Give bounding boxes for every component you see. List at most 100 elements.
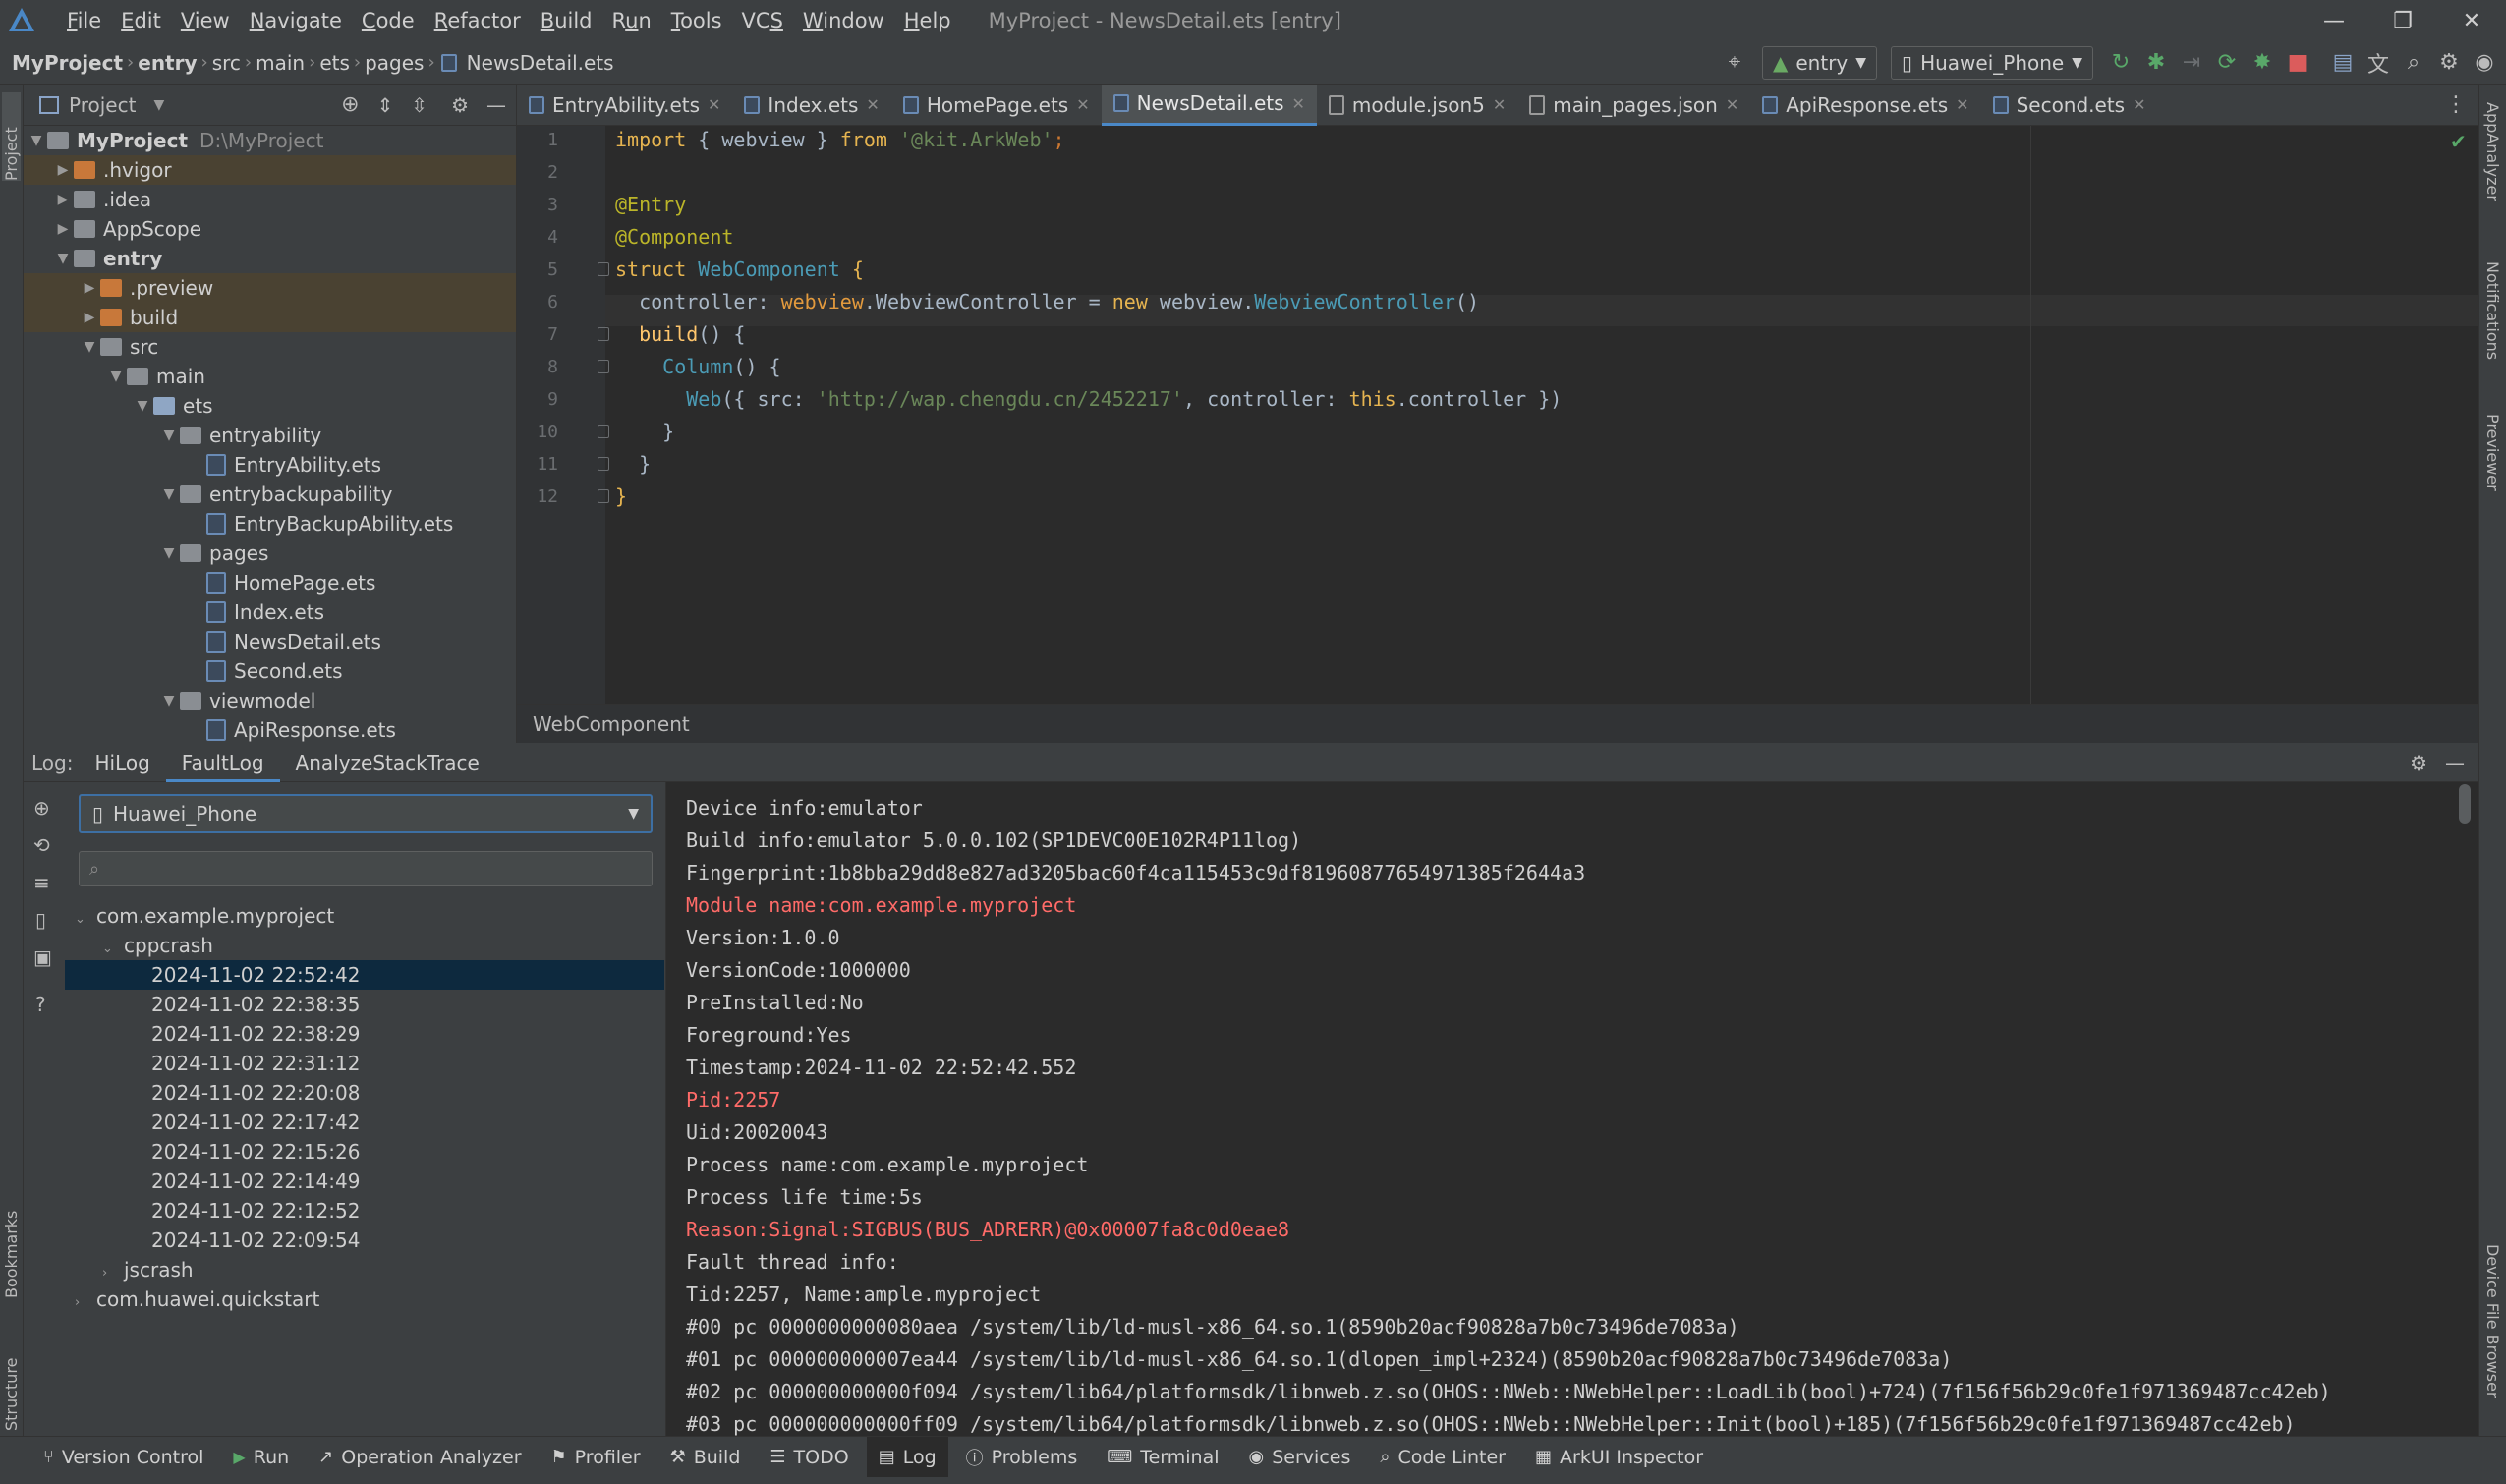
bottom-tool-button[interactable]: ⌨ Terminal <box>1095 1437 1230 1478</box>
close-tab-icon[interactable]: ✕ <box>2133 95 2145 114</box>
expanded-arrow-icon[interactable]: ▼ <box>132 398 153 414</box>
menu-item[interactable]: View <box>171 0 240 41</box>
log-scrollbar[interactable] <box>2459 784 2471 824</box>
close-tab-icon[interactable]: ✕ <box>708 95 720 114</box>
editor-tab[interactable]: NewsDetail.ets ✕ <box>1101 84 1317 126</box>
fault-log-tree-item[interactable]: 2024-11-02 22:38:29 <box>65 1019 664 1049</box>
project-tree-item[interactable]: NewsDetail.ets <box>24 627 516 656</box>
project-tree-item[interactable]: HomePage.ets <box>24 568 516 598</box>
gear-icon[interactable]: ⚙ <box>2410 751 2427 774</box>
collapse-all-icon[interactable]: ⇳ <box>411 93 427 117</box>
fault-log-tree-item[interactable]: › jscrash <box>65 1255 664 1284</box>
fault-log-tree-item[interactable]: 2024-11-02 22:12:52 <box>65 1196 664 1226</box>
device-icon[interactable]: ▯ <box>35 908 46 932</box>
translate-icon[interactable]: 文 <box>2361 45 2396 81</box>
editor-tab[interactable]: main_pages.json ✕ <box>1517 85 1750 126</box>
fault-log-tree-item[interactable]: 2024-11-02 22:38:35 <box>65 990 664 1019</box>
breadcrumb-item[interactable]: ets <box>315 51 354 75</box>
log-tab[interactable]: HiLog <box>79 743 165 782</box>
project-tree-item[interactable]: Second.ets <box>24 656 516 686</box>
chevron-down-icon[interactable]: ▼ <box>153 97 164 113</box>
project-tree-item[interactable]: ▼ entrybackupability <box>24 480 516 509</box>
log-search-input[interactable]: ⌕ <box>79 851 653 886</box>
menu-item[interactable]: Tools <box>661 0 732 41</box>
log-device-selector[interactable]: ▯ Huawei_Phone ▼ <box>79 794 653 833</box>
menu-item[interactable]: Build <box>531 0 602 41</box>
project-tree-item[interactable]: ▶ build <box>24 303 516 332</box>
help-icon[interactable]: ? <box>35 993 46 1016</box>
gear-icon[interactable]: ⚙ <box>451 93 469 117</box>
device-file-browser-tool-tab[interactable]: Device File Browser <box>2483 1244 2502 1431</box>
module-selector[interactable]: ▲ entry ▼ <box>1761 45 1878 80</box>
fault-log-tree-item[interactable]: ⌄ cppcrash <box>65 931 664 960</box>
fold-marker-icon[interactable] <box>598 360 609 373</box>
close-tab-icon[interactable]: ✕ <box>1956 95 1968 114</box>
project-tree-item[interactable]: Index.ets <box>24 598 516 627</box>
search-icon[interactable]: ⌕ <box>2396 45 2431 81</box>
close-tab-icon[interactable]: ✕ <box>1292 94 1305 113</box>
project-tree-item[interactable]: ▼ pages <box>24 539 516 568</box>
menu-item[interactable]: Navigate <box>240 0 352 41</box>
bottom-tool-button[interactable]: ⌕ Code Linter <box>1368 1437 1517 1478</box>
attach-debugger-icon[interactable]: ⇥ <box>2174 45 2209 81</box>
fault-log-tree-item[interactable]: 2024-11-02 22:20:08 <box>65 1078 664 1108</box>
collapsed-arrow-icon[interactable]: ▶ <box>52 221 74 237</box>
close-tab-icon[interactable]: ✕ <box>1076 95 1089 114</box>
restore-button[interactable]: ❐ <box>2368 0 2437 41</box>
breadcrumb-item[interactable]: NewsDetail.ets <box>463 51 618 75</box>
close-tab-icon[interactable]: ✕ <box>1493 95 1506 114</box>
hide-panel-icon[interactable]: — <box>486 93 506 117</box>
expanded-arrow-icon[interactable]: ▼ <box>105 369 127 384</box>
menu-item[interactable]: Run <box>602 0 661 41</box>
log-tab[interactable]: FaultLog <box>165 743 280 782</box>
device-selector[interactable]: ▯ Huawei_Phone ▼ <box>1891 45 2093 80</box>
fault-log-tree-item[interactable]: 2024-11-02 22:14:49 <box>65 1167 664 1196</box>
settings-icon[interactable]: ⚙ <box>2431 45 2467 81</box>
project-tree-item[interactable]: ▶ .hvigor <box>24 155 516 185</box>
project-tree-item[interactable]: ▼ entry <box>24 244 516 273</box>
project-tree-item[interactable]: ▶ .idea <box>24 185 516 214</box>
device-manager-icon[interactable]: ▤ <box>2325 45 2361 81</box>
save-icon[interactable]: ▣ <box>33 945 52 969</box>
stop-icon[interactable]: ■ <box>2280 45 2315 81</box>
no-problems-check-icon[interactable]: ✔ <box>2450 130 2467 153</box>
editor-tab[interactable]: HomePage.ets ✕ <box>891 85 1102 126</box>
menu-item[interactable]: File <box>57 0 111 41</box>
menu-item[interactable]: Refactor <box>425 0 531 41</box>
more-tabs-icon[interactable]: ⋮ <box>2445 92 2467 117</box>
breadcrumb-item[interactable]: main <box>252 51 309 75</box>
bottom-tool-button[interactable]: ⚒ Build <box>658 1437 753 1478</box>
collapsed-arrow-icon[interactable]: ▶ <box>52 192 74 207</box>
project-tree-item[interactable]: EntryAbility.ets <box>24 450 516 480</box>
fold-marker-icon[interactable] <box>598 327 609 341</box>
expanded-arrow-icon[interactable]: ▼ <box>79 339 100 355</box>
bottom-tool-button[interactable]: ▤ Log <box>866 1436 948 1478</box>
menu-item[interactable]: VCS <box>732 0 793 41</box>
debug-icon[interactable]: ✱ <box>2138 45 2174 81</box>
collapsed-arrow-icon[interactable]: ▶ <box>52 162 74 178</box>
project-tree-item[interactable]: ▶ AppScope <box>24 214 516 244</box>
bottom-tool-button[interactable]: ▦ ArkUI Inspector <box>1523 1437 1715 1478</box>
project-tree-item[interactable]: ▼ entryability <box>24 421 516 450</box>
code-editor[interactable] <box>517 126 2478 704</box>
close-tab-icon[interactable]: ✕ <box>1726 95 1738 114</box>
editor-breadcrumb[interactable]: WebComponent <box>517 704 2478 743</box>
refresh-icon[interactable]: ⟲ <box>33 833 50 857</box>
menu-item[interactable]: Window <box>793 0 894 41</box>
menu-item[interactable]: Edit <box>111 0 171 41</box>
collapsed-arrow-icon[interactable]: › <box>75 1288 96 1318</box>
minimize-button[interactable]: — <box>2300 0 2368 41</box>
fault-log-tree-item[interactable]: ⌄ com.example.myproject <box>65 901 664 931</box>
locate-file-icon[interactable]: ⊕ <box>341 92 359 117</box>
project-tree-item[interactable]: ▼ MyProject D:\MyProject <box>24 126 516 155</box>
collapsed-arrow-icon[interactable]: ▶ <box>79 280 100 296</box>
close-tab-icon[interactable]: ✕ <box>866 95 879 114</box>
bottom-tool-button[interactable]: ⓘ Problems <box>954 1437 1090 1478</box>
fault-log-tree-item[interactable]: 2024-11-02 22:09:54 <box>65 1226 664 1255</box>
editor-tab[interactable]: Second.ets ✕ <box>1981 85 2158 126</box>
project-panel-title[interactable]: Project <box>69 93 136 117</box>
menu-item[interactable]: Help <box>894 0 961 41</box>
expanded-arrow-icon[interactable]: ▼ <box>52 251 74 266</box>
editor-tab[interactable]: EntryAbility.ets ✕ <box>517 85 732 126</box>
expanded-arrow-icon[interactable]: ▼ <box>158 486 180 502</box>
